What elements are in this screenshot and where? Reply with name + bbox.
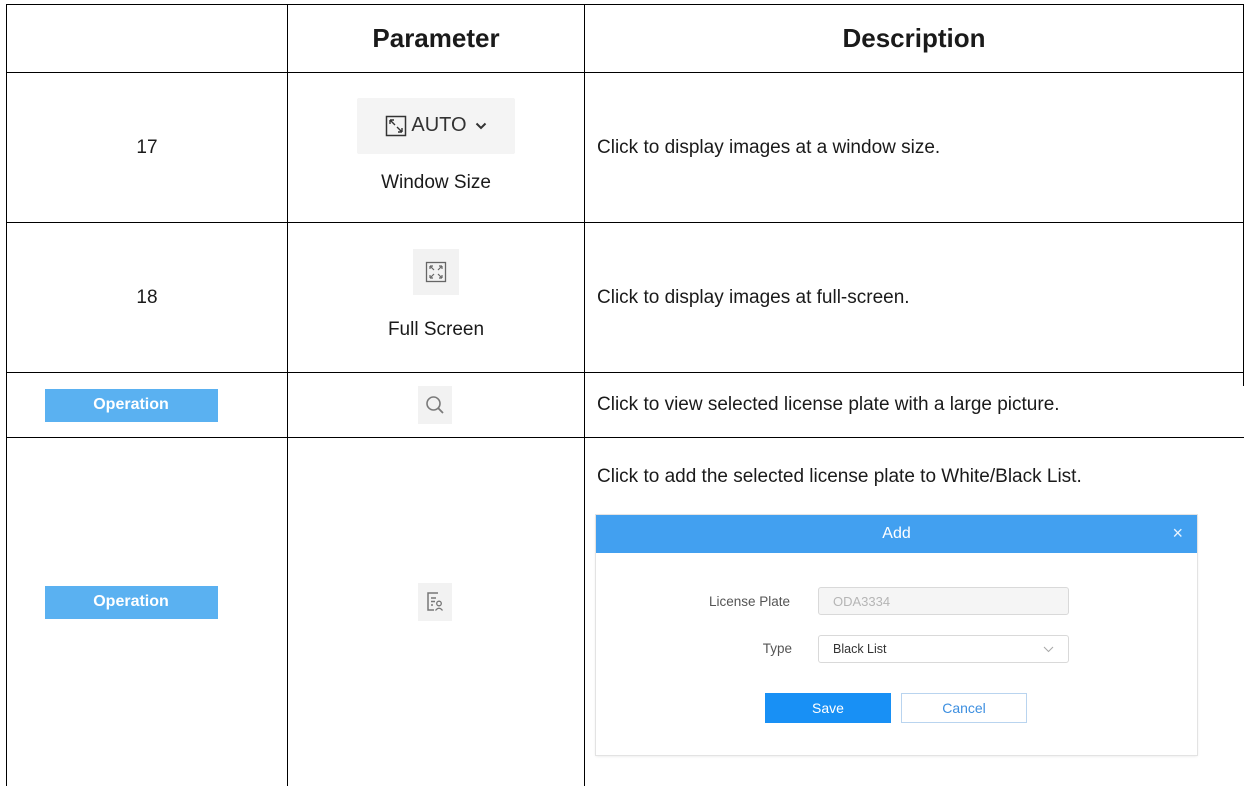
row-description: Click to display images at a window size…	[597, 136, 941, 158]
expand-corner-icon	[386, 115, 407, 136]
parameter-cell: AUTO Window Size	[288, 73, 584, 222]
license-plate-label: License Plate	[708, 594, 790, 609]
row-index: 17	[136, 136, 158, 158]
add-dialog: Add × License Plate Type Black List Save…	[596, 515, 1197, 755]
operation-badge: Operation	[44, 585, 218, 619]
row-description: Click to add the selected license plate …	[597, 466, 1082, 487]
fullscreen-button[interactable]	[413, 248, 459, 295]
dialog-title: Add	[882, 525, 911, 542]
table-border-right	[1243, 4, 1244, 386]
license-plate-field[interactable]	[818, 587, 1069, 615]
type-select[interactable]: Black List	[818, 635, 1069, 663]
row-index: 18	[136, 286, 158, 308]
parameter-cell	[288, 438, 584, 786]
fullscreen-icon	[425, 261, 447, 282]
chevron-down-icon	[1043, 646, 1054, 652]
parameter-cell: Full Screen	[288, 223, 584, 372]
type-select-value: Black List	[833, 642, 887, 656]
table-column-divider	[584, 4, 585, 786]
operation-badge: Operation	[44, 388, 218, 422]
chevron-down-icon	[475, 122, 486, 129]
row-index: Operation	[7, 438, 287, 786]
header-parameter: Parameter	[372, 22, 500, 53]
search-icon	[426, 396, 444, 414]
header-index	[7, 4, 287, 72]
header-description: Description	[842, 22, 986, 53]
cancel-button[interactable]: Cancel	[901, 693, 1027, 723]
type-label: Type	[762, 641, 792, 656]
dialog-header: Add ×	[596, 515, 1197, 553]
row-description: Click to view selected license plate wit…	[597, 394, 1060, 415]
save-button[interactable]: Save	[765, 693, 891, 723]
window-size-dropdown[interactable]: AUTO	[357, 97, 515, 154]
row-index: Operation	[7, 373, 287, 437]
parameter-label: Window Size	[381, 171, 491, 193]
search-button[interactable]	[418, 386, 452, 424]
parameter-cell	[288, 373, 584, 437]
row-description: Click to display images at full-screen.	[597, 286, 910, 308]
close-icon[interactable]: ×	[1172, 524, 1183, 542]
window-size-value: AUTO	[411, 114, 467, 136]
add-to-list-button[interactable]	[418, 583, 452, 621]
list-add-user-icon	[427, 592, 444, 611]
parameter-label: Full Screen	[387, 318, 485, 340]
